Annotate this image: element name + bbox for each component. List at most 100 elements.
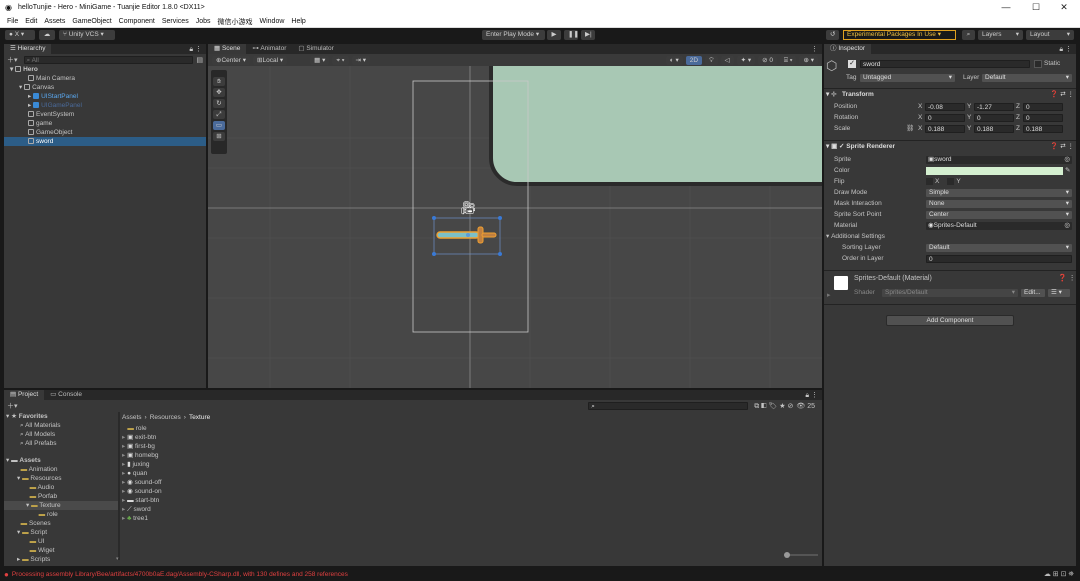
- scroll-down-icon[interactable]: ▾: [116, 556, 120, 562]
- material-field[interactable]: ◉Sprites-Default ◎: [926, 221, 1072, 230]
- draw-mode-icon[interactable]: ◐ ▾: [665, 55, 683, 65]
- foldout-icon[interactable]: ▸: [122, 488, 125, 495]
- breadcrumb-resources[interactable]: Resources: [150, 414, 181, 421]
- transform-rotation-x-field[interactable]: 0: [925, 113, 965, 122]
- hierarchy-item[interactable]: sword: [4, 137, 206, 146]
- folder-item[interactable]: ▾ ▬ Texture: [4, 501, 118, 510]
- layout-dropdown[interactable]: Layout ▾: [1026, 30, 1074, 40]
- hierarchy-item[interactable]: ▾ Canvas: [4, 83, 206, 92]
- shader-dropdown[interactable]: Sprites/Default ▾: [882, 289, 1018, 297]
- foldout-icon[interactable]: ▸: [122, 470, 125, 477]
- folder-item[interactable]: ▬ Audio: [4, 483, 118, 492]
- tab-animator[interactable]: ⊶ Animator: [246, 44, 292, 54]
- asset-file[interactable]: ▸ ▬ start-btn: [122, 496, 322, 505]
- foldout-icon[interactable]: ▾: [10, 66, 13, 73]
- asset-file[interactable]: ▸ ♣ tree1: [122, 514, 322, 523]
- foldout-icon[interactable]: ▸: [28, 93, 31, 100]
- transform-rotation-y-field[interactable]: 0: [974, 113, 1014, 122]
- search-icon[interactable]: ⌕: [962, 30, 975, 40]
- lock-icon[interactable]: 🔒︎ ⋮: [189, 45, 202, 54]
- additional-settings-foldout[interactable]: ▾ Additional Settings: [826, 231, 1074, 242]
- pause-icon[interactable]: ❚❚: [564, 30, 579, 40]
- add-icon[interactable]: ＋▾: [7, 55, 18, 65]
- favorite-item[interactable]: ⌕ All Prefabs: [4, 439, 118, 448]
- transform-tool-icon[interactable]: ⊞: [213, 132, 225, 141]
- filter-icon[interactable]: ▤: [196, 56, 203, 64]
- transform-position-y-field[interactable]: -1.27: [974, 102, 1014, 111]
- shader-list-button[interactable]: ☰ ▾: [1048, 289, 1070, 297]
- asset-file[interactable]: ▸ ▣ first-bg: [122, 442, 322, 451]
- hierarchy-item[interactable]: ▸ UIStartPanel: [4, 92, 206, 101]
- static-checkbox[interactable]: [1034, 60, 1042, 68]
- menu-file[interactable]: File: [7, 18, 18, 25]
- sprite-field[interactable]: ▣sword ◎: [926, 155, 1072, 164]
- add-component-button[interactable]: Add Component: [886, 315, 1014, 326]
- link-icon[interactable]: ⛓: [906, 123, 916, 134]
- visibility-icon[interactable]: ⊘ 0: [758, 55, 778, 65]
- minimize-icon[interactable]: —: [992, 2, 1020, 14]
- play-icon[interactable]: ▶: [547, 30, 561, 40]
- cloud-icon[interactable]: ☁: [39, 30, 55, 40]
- effects-icon[interactable]: ✦ ▾: [736, 55, 756, 65]
- history-icon[interactable]: ↺: [826, 30, 839, 40]
- folder-item[interactable]: ▾ ▬ Resources: [4, 474, 118, 483]
- transform-scale-y-field[interactable]: 0.188: [974, 124, 1014, 133]
- material-menu-icon[interactable]: ❓ ⋮: [1058, 274, 1076, 282]
- pivot-dropdown[interactable]: ⊕Center ▾: [212, 55, 251, 65]
- menu-services[interactable]: Services: [162, 18, 189, 25]
- lock-icon[interactable]: 🔒︎ ⋮: [1059, 45, 1072, 54]
- foldout-icon[interactable]: ▸: [122, 434, 125, 441]
- space-dropdown[interactable]: ⊞Local ▾: [253, 55, 288, 65]
- foldout-icon[interactable]: ▸: [28, 102, 31, 109]
- draw-mode-dropdown[interactable]: Simple ▾: [926, 188, 1072, 197]
- asset-file[interactable]: ▬ role: [122, 424, 322, 433]
- sprite-renderer-header[interactable]: ▾ ▣ ✓ Sprite Renderer ❓ ⇄ ⋮: [826, 141, 1074, 152]
- menu-window[interactable]: Window: [260, 18, 285, 25]
- asset-file[interactable]: ▸ ⟋ sword: [122, 505, 322, 514]
- play-mode-dropdown[interactable]: Enter Play Mode ▾: [482, 30, 545, 40]
- folder-item[interactable]: ▬ UI: [4, 537, 118, 546]
- favorite-item[interactable]: ⌕ All Models: [4, 430, 118, 439]
- folder-item[interactable]: ▬ Wiget: [4, 546, 118, 555]
- folder-item[interactable]: ▬ role: [4, 510, 118, 519]
- hierarchy-item[interactable]: ▸ UIGamePanel: [4, 101, 206, 110]
- favorite-item[interactable]: ⌕ All Materials: [4, 421, 118, 430]
- grid-snap-icon[interactable]: ▦ ▾: [310, 55, 330, 65]
- eyedropper-icon[interactable]: ✎: [1065, 165, 1070, 176]
- tab-inspector[interactable]: ⓘ Inspector: [824, 44, 872, 54]
- more-icon[interactable]: ⋮: [811, 45, 818, 53]
- hierarchy-item[interactable]: game: [4, 119, 206, 128]
- folder-item[interactable]: ▬ Scenes: [4, 519, 118, 528]
- breadcrumb-assets[interactable]: Assets: [122, 414, 142, 421]
- tools-handle[interactable]: [211, 70, 227, 75]
- lighting-icon[interactable]: 💡︎: [705, 55, 718, 65]
- vcs-button[interactable]: ⑂ Unity VCS ▾: [59, 30, 115, 40]
- move-tool-icon[interactable]: ✥: [213, 88, 225, 97]
- asset-file[interactable]: ▸ ◉ sound-off: [122, 478, 322, 487]
- experimental-packages-badge[interactable]: Experimental Packages In Use ▾: [843, 30, 956, 40]
- sword-sprite[interactable]: [432, 216, 504, 256]
- close-icon[interactable]: ✕: [1050, 2, 1078, 14]
- tab-console[interactable]: ▭ Console: [44, 390, 88, 400]
- layer-dropdown[interactable]: Default ▾: [982, 74, 1072, 82]
- transform-scale-x-field[interactable]: 0.188: [925, 124, 965, 133]
- filter-icons[interactable]: ⧉ ◧ 🏷︎ ★ ⊘: [754, 402, 793, 411]
- menu-component[interactable]: Component: [119, 18, 155, 25]
- menu-help[interactable]: Help: [291, 18, 305, 25]
- assets-header[interactable]: ▾ ▬ Assets: [4, 456, 118, 465]
- foldout-icon[interactable]: ▸: [827, 291, 831, 299]
- rect-tool-icon[interactable]: ▭: [213, 121, 225, 130]
- asset-file[interactable]: ▸ ● quan: [122, 469, 322, 478]
- foldout-icon[interactable]: ▾: [19, 84, 22, 91]
- tag-dropdown[interactable]: Untagged ▾: [860, 74, 955, 82]
- transform-position-z-field[interactable]: 0: [1023, 102, 1063, 111]
- sort-point-dropdown[interactable]: Center ▾: [926, 210, 1072, 219]
- foldout-icon[interactable]: ▾: [17, 475, 20, 482]
- step-icon[interactable]: ▶|: [581, 30, 595, 40]
- toggle-2d-button[interactable]: 2D: [685, 55, 703, 65]
- foldout-icon[interactable]: ▸: [122, 515, 125, 522]
- account-button[interactable]: ● X ▾: [5, 30, 35, 40]
- scene-viewport[interactable]: 🎥︎: [208, 66, 822, 388]
- sorting-layer-dropdown[interactable]: Default ▾: [926, 243, 1072, 252]
- folder-item[interactable]: ▬ Porfab: [4, 492, 118, 501]
